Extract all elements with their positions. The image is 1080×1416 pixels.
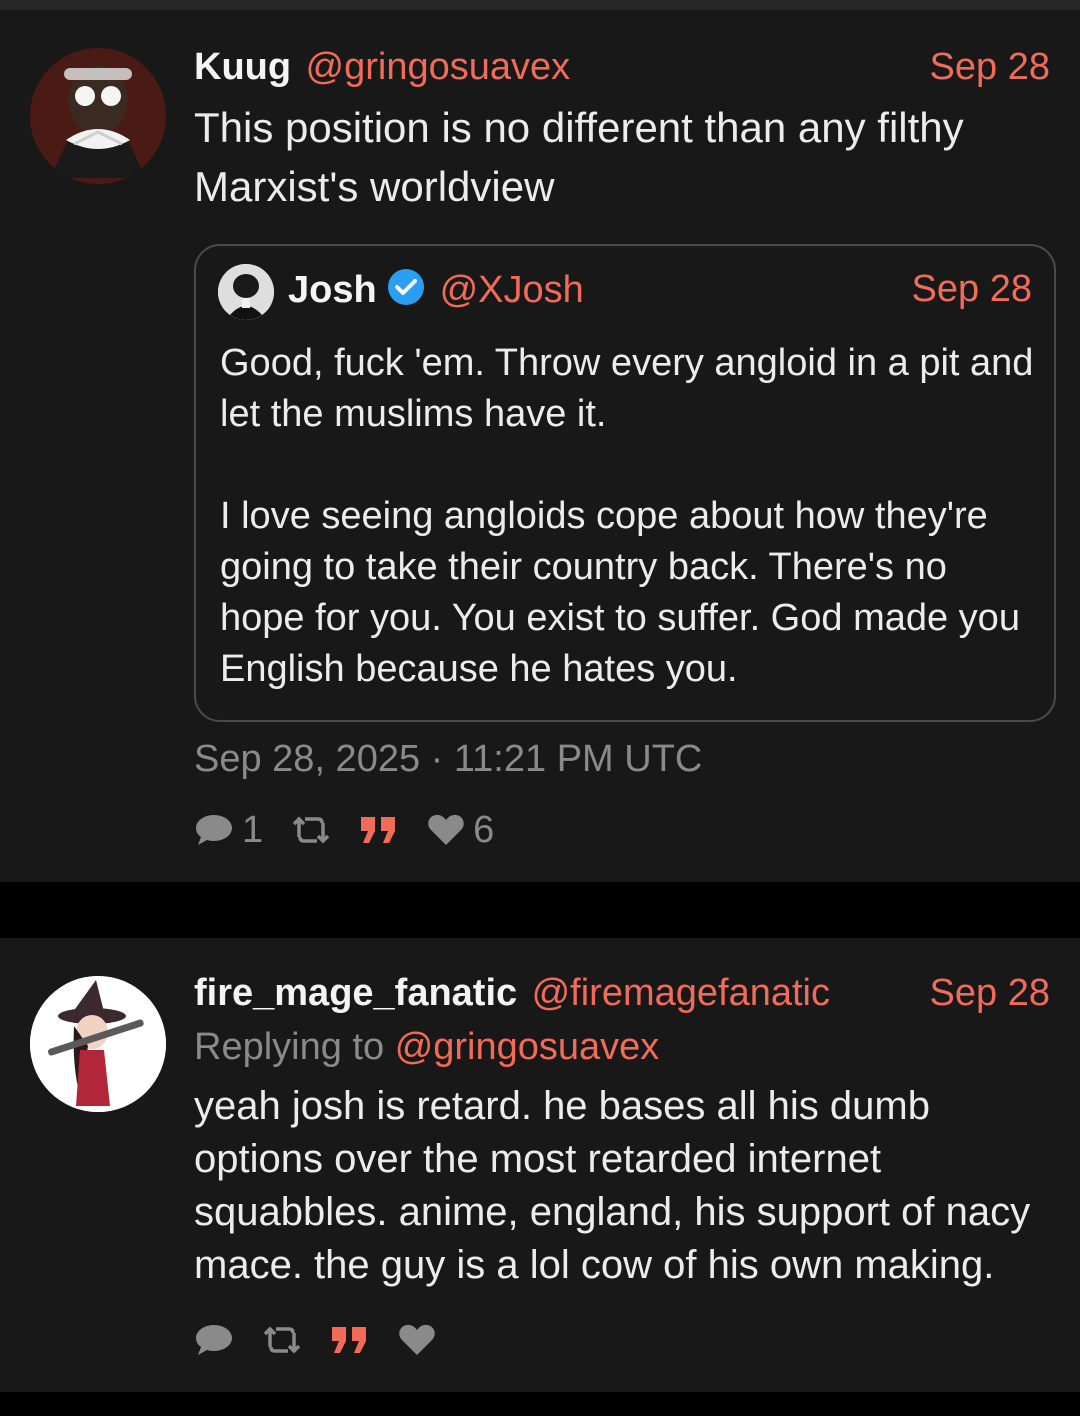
tweet-date[interactable]: Sep 28: [930, 46, 1050, 89]
quoted-author-name[interactable]: Josh: [288, 269, 377, 311]
author-name[interactable]: fire_mage_fanatic: [194, 972, 517, 1014]
quoted-avatar[interactable]: [218, 264, 274, 320]
like-button[interactable]: [398, 1323, 436, 1357]
reply-button[interactable]: [194, 1322, 234, 1358]
heart-icon: [398, 1323, 436, 1357]
tweet-text: yeah josh is retard. he bases all his du…: [194, 1080, 1054, 1292]
quoted-header: Josh @XJosh: [288, 268, 584, 312]
avatar[interactable]: [30, 976, 166, 1112]
quote-button[interactable]: [359, 815, 399, 845]
tweet-card[interactable]: fire_mage_fanatic @firemagefanatic Sep 2…: [0, 938, 1080, 1392]
reply-button[interactable]: 1: [194, 809, 263, 852]
author-handle[interactable]: @firemagefanatic: [532, 972, 830, 1014]
reply-count: 1: [242, 808, 264, 851]
tweet-actions: [194, 1318, 464, 1362]
quoted-text: Good, fuck 'em. Throw every angloid in a…: [220, 338, 1040, 695]
quote-button[interactable]: [330, 1325, 370, 1355]
avatar[interactable]: [30, 48, 166, 184]
author-name[interactable]: Kuug: [194, 46, 291, 88]
tweet-card[interactable]: Kuug @gringosuavex Sep 28 This position …: [0, 10, 1080, 882]
like-button[interactable]: 6: [427, 809, 494, 852]
comment-icon: [194, 812, 234, 848]
retweet-icon: [291, 815, 331, 845]
tweet-text-line: mace. the guy is a lol cow of his own ma…: [194, 1243, 995, 1287]
heart-icon: [427, 813, 465, 847]
comment-icon: [194, 1322, 234, 1358]
replying-to-label: Replying to: [194, 1026, 385, 1068]
like-count: 6: [473, 808, 495, 851]
tweet-date[interactable]: Sep 28: [930, 972, 1050, 1015]
tweet-text: This position is no different than any f…: [194, 98, 1054, 216]
top-divider: [0, 0, 1080, 10]
replying-to: Replying to @gringosuavex: [194, 1026, 659, 1069]
tweet-text-line: This position is no different than any f…: [194, 104, 964, 151]
tweet-text-line: squabbles. anime, england, his support o…: [194, 1190, 1031, 1234]
quoted-paragraph: I love seeing angloids cope about how th…: [220, 495, 1020, 690]
replying-to-handle[interactable]: @gringosuavex: [395, 1026, 660, 1068]
quoted-paragraph: Good, fuck 'em. Throw every angloid in a…: [220, 342, 1034, 435]
retweet-icon: [262, 1325, 302, 1355]
author-handle[interactable]: @gringosuavex: [306, 46, 571, 88]
quoted-date[interactable]: Sep 28: [912, 268, 1032, 311]
tweet-header: fire_mage_fanatic @firemagefanatic: [194, 972, 830, 1015]
tweet-text-line: Marxist's worldview: [194, 163, 555, 210]
tweet-text-line: yeah josh is retard. he bases all his du…: [194, 1084, 930, 1128]
retweet-button[interactable]: [262, 1325, 302, 1355]
tweet-timestamp[interactable]: Sep 28, 2025 · 11:21 PM UTC: [194, 738, 702, 781]
tweet-text-line: options over the most retarded internet: [194, 1137, 882, 1181]
quote-icon: [359, 815, 399, 845]
tweet-actions: 1 6: [194, 808, 522, 852]
quoted-tweet[interactable]: Josh @XJosh Sep 28 Good, fuck 'em. Throw…: [194, 244, 1056, 722]
retweet-button[interactable]: [291, 815, 331, 845]
verified-badge-icon: [387, 268, 425, 311]
tweet-header: Kuug @gringosuavex: [194, 46, 570, 89]
quoted-author-handle[interactable]: @XJosh: [440, 269, 584, 311]
quote-icon: [330, 1325, 370, 1355]
